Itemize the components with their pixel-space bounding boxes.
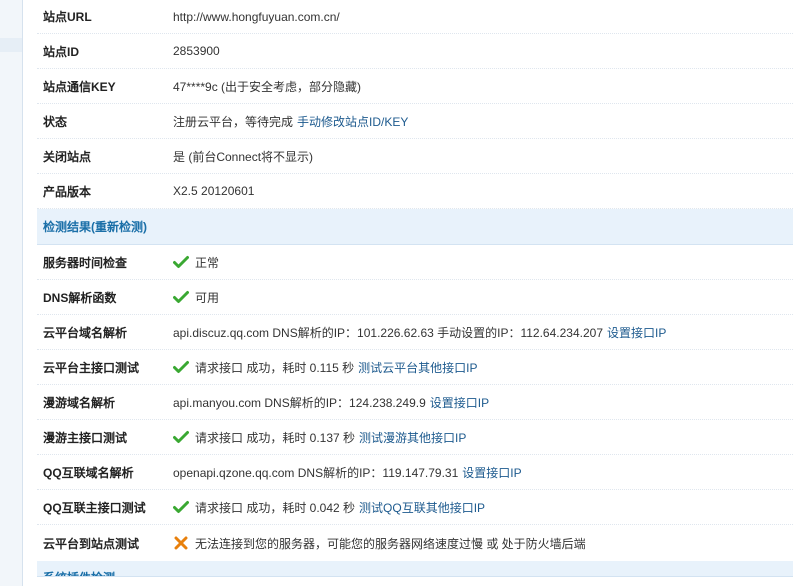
row-value: X2.5 20120601 <box>173 184 255 198</box>
row-value: api.discuz.qq.com DNS解析的IP：101.226.62.63… <box>173 315 666 349</box>
row-cloud-domain: 云平台域名解析 api.discuz.qq.com DNS解析的IP：101.2… <box>37 315 793 350</box>
row-site-key: 站点通信KEY 47****9c (出于安全考虑，部分隐藏) <box>37 69 793 104</box>
row-label: 漫游主接口测试 <box>43 430 128 445</box>
status-text: 可用 <box>195 290 220 305</box>
test-result-text: 请求接口 成功，耗时 0.137 秒 <box>195 430 356 445</box>
test-cloud-other-ip-link[interactable]: 测试云平台其他接口IP <box>358 359 477 376</box>
check-icon <box>173 256 189 268</box>
row-label: 漫游域名解析 <box>43 395 116 410</box>
cross-icon <box>174 536 188 550</box>
row-label: 产品版本 <box>43 184 92 199</box>
row-manyou-domain: 漫游域名解析 api.manyou.com DNS解析的IP：124.238.2… <box>37 385 793 420</box>
row-cloud-to-site-test: 云平台到站点测试 无法连接到您的服务器，可能您的服务器网络速度过慢 或 处于防火… <box>37 525 793 561</box>
row-label: 站点URL <box>43 10 92 24</box>
row-value: 注册云平台，等待完成 手动修改站点ID/KEY <box>173 104 408 138</box>
set-interface-ip-link[interactable]: 设置接口IP <box>607 324 666 341</box>
test-qq-other-ip-link[interactable]: 测试QQ互联其他接口IP <box>359 499 485 516</box>
row-value: 无法连接到您的服务器，可能您的服务器网络速度过慢 或 处于防火墙后端 <box>173 525 586 561</box>
row-qq-domain: QQ互联域名解析 openapi.qzone.qq.com DNS解析的IP：1… <box>37 455 793 490</box>
row-label: 站点ID <box>43 44 80 59</box>
check-icon <box>173 361 189 373</box>
row-label: DNS解析函数 <box>43 290 117 305</box>
cloud-info-table: 站点URL http://www.hongfuyuan.com.cn/ 站点ID… <box>37 0 793 577</box>
section-title: 系统插件检测 <box>43 569 115 576</box>
row-site-id: 站点ID 2853900 <box>37 34 793 69</box>
set-interface-ip-link[interactable]: 设置接口IP <box>462 464 521 481</box>
row-value: 47****9c (出于安全考虑，部分隐藏) <box>173 79 362 94</box>
dns-result-text: openapi.qzone.qq.com DNS解析的IP：119.147.79… <box>173 465 459 480</box>
row-label: 状态 <box>43 114 68 129</box>
row-product-version: 产品版本 X2.5 20120601 <box>37 174 793 209</box>
recheck-link[interactable]: 检测结果(重新检测) <box>43 218 147 235</box>
row-label: 云平台主接口测试 <box>43 360 140 375</box>
row-label: QQ互联域名解析 <box>43 465 134 480</box>
row-value: openapi.qzone.qq.com DNS解析的IP：119.147.79… <box>173 455 522 489</box>
row-site-url: 站点URL http://www.hongfuyuan.com.cn/ <box>37 0 793 34</box>
status-text: 正常 <box>195 255 220 270</box>
edit-site-id-key-link[interactable]: 手动修改站点ID/KEY <box>297 113 408 130</box>
dns-result-text: api.discuz.qq.com DNS解析的IP：101.226.62.63… <box>173 325 603 340</box>
row-status: 状态 注册云平台，等待完成 手动修改站点ID/KEY <box>37 104 793 139</box>
row-value: 请求接口 成功，耗时 0.137 秒 测试漫游其他接口IP <box>173 420 466 454</box>
row-value: 是 (前台Connect将不显示) <box>173 149 314 164</box>
row-label: QQ互联主接口测试 <box>43 500 146 515</box>
row-server-time: 服务器时间检查 正常 <box>37 245 793 280</box>
row-manyou-main-test: 漫游主接口测试 请求接口 成功，耗时 0.137 秒 测试漫游其他接口IP <box>37 420 793 455</box>
check-icon <box>173 501 189 513</box>
test-result-text: 请求接口 成功，耗时 0.042 秒 <box>195 500 356 515</box>
check-icon <box>173 291 189 303</box>
left-sidebar <box>0 0 23 586</box>
error-text: 无法连接到您的服务器，可能您的服务器网络速度过慢 或 处于防火墙后端 <box>195 536 586 551</box>
row-value: 可用 <box>173 280 219 314</box>
row-value: 正常 <box>173 245 219 279</box>
row-value: http://www.hongfuyuan.com.cn/ <box>173 9 340 24</box>
row-qq-main-test: QQ互联主接口测试 请求接口 成功，耗时 0.042 秒 测试QQ互联其他接口I… <box>37 490 793 525</box>
sidebar-marker <box>0 38 22 52</box>
row-label: 云平台域名解析 <box>43 325 128 340</box>
row-cloud-main-test: 云平台主接口测试 请求接口 成功，耗时 0.115 秒 测试云平台其他接口IP <box>37 350 793 385</box>
section-plugin-check: 系统插件检测 <box>37 561 793 577</box>
row-value: api.manyou.com DNS解析的IP：124.238.249.9 设置… <box>173 385 489 419</box>
set-interface-ip-link[interactable]: 设置接口IP <box>430 394 489 411</box>
section-check-results: 检测结果(重新检测) <box>37 209 793 245</box>
row-label: 关闭站点 <box>43 149 92 164</box>
row-value: 2853900 <box>173 44 220 58</box>
dns-result-text: api.manyou.com DNS解析的IP：124.238.249.9 <box>173 395 426 410</box>
row-close-site: 关闭站点 是 (前台Connect将不显示) <box>37 139 793 174</box>
test-result-text: 请求接口 成功，耗时 0.115 秒 <box>195 360 355 375</box>
row-label: 服务器时间检查 <box>43 255 128 270</box>
test-manyou-other-ip-link[interactable]: 测试漫游其他接口IP <box>359 429 466 446</box>
row-dns-function: DNS解析函数 可用 <box>37 280 793 315</box>
row-value: 请求接口 成功，耗时 0.115 秒 测试云平台其他接口IP <box>173 350 478 384</box>
status-text: 注册云平台，等待完成 <box>173 114 294 129</box>
check-icon <box>173 431 189 443</box>
row-label: 站点通信KEY <box>43 79 116 94</box>
row-value: 请求接口 成功，耗时 0.042 秒 测试QQ互联其他接口IP <box>173 490 485 524</box>
row-label: 云平台到站点测试 <box>43 536 140 551</box>
